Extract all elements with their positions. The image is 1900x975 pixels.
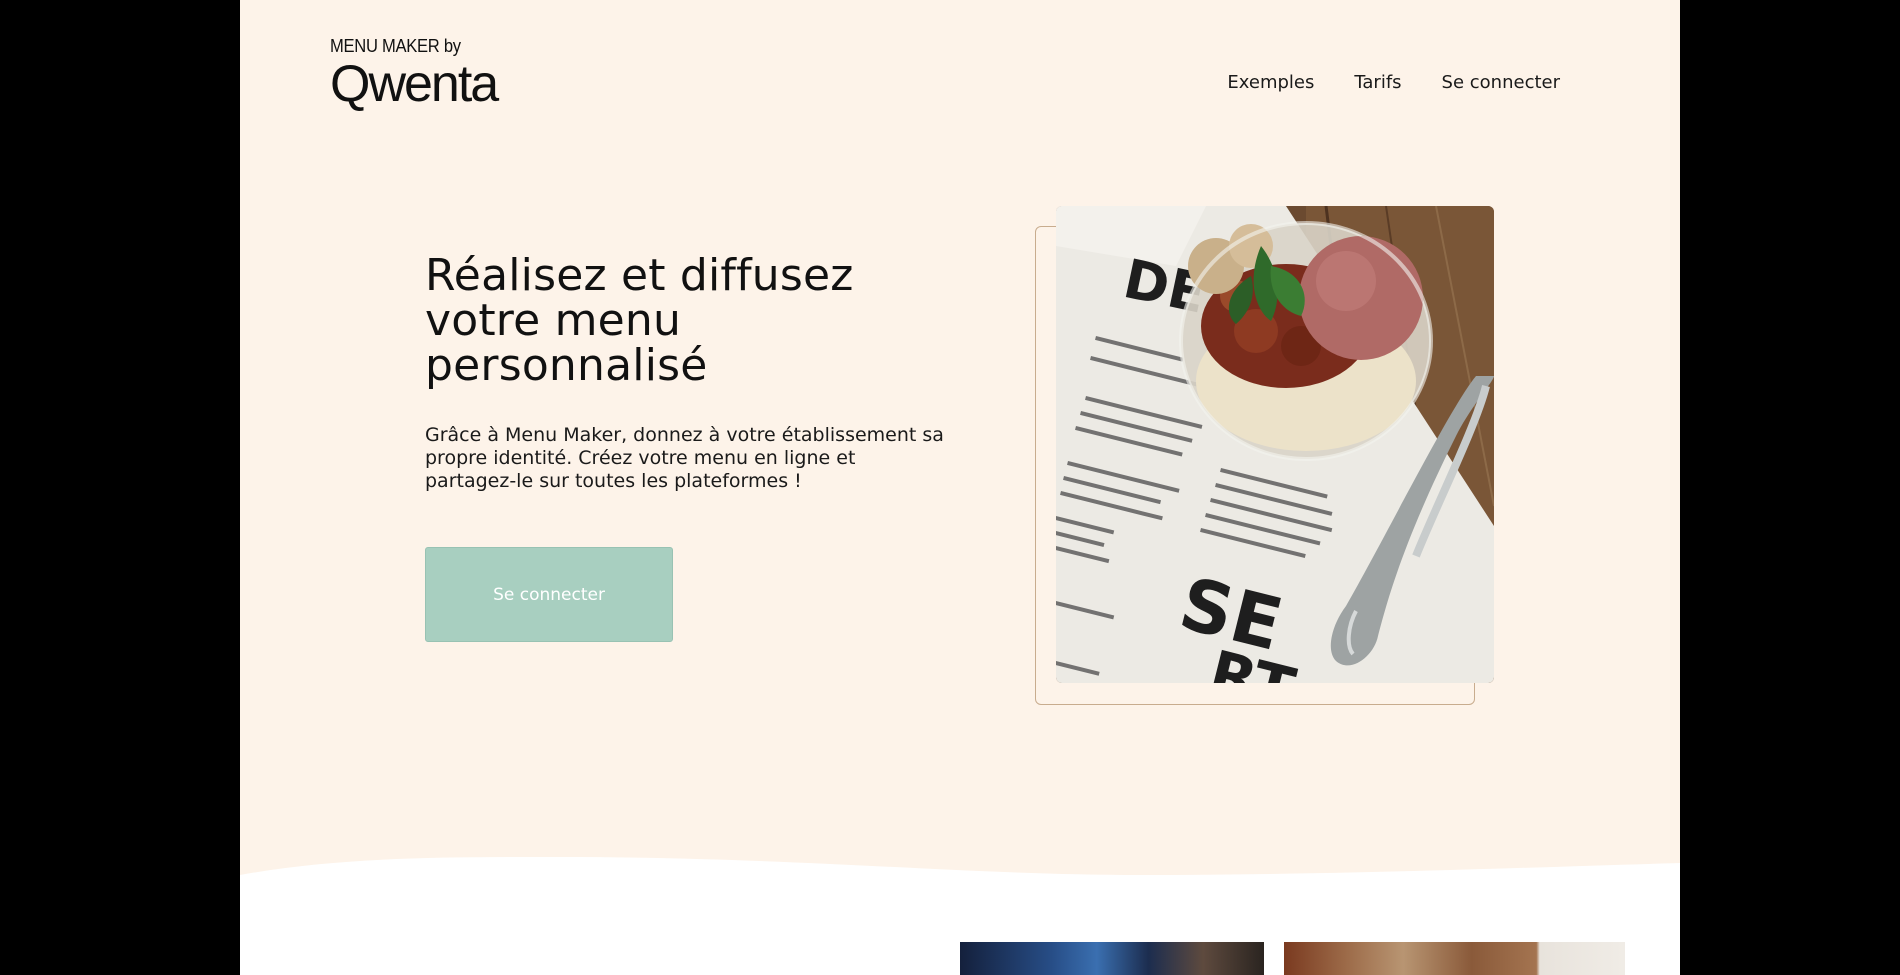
- hero-title: Réalisez et diffusez votre menu personna…: [425, 250, 854, 391]
- nav-item-exemples[interactable]: Exemples: [1227, 72, 1314, 93]
- brand-tagline: MENU MAKER by: [330, 36, 461, 56]
- example-thumbnail-1[interactable]: [960, 942, 1264, 975]
- brand-name: Qwenta: [330, 55, 499, 113]
- dessert-menu-photo: DE SE RT: [1056, 206, 1494, 683]
- example-thumbnail-2[interactable]: [1284, 942, 1625, 975]
- nav-item-tarifs[interactable]: Tarifs: [1354, 72, 1401, 93]
- main-nav: Exemples Tarifs Se connecter: [1227, 72, 1560, 93]
- dessert-photo-illustration: DE SE RT: [1056, 206, 1494, 683]
- page: MENU MAKER by Qwenta Exemples Tarifs Se …: [240, 0, 1680, 975]
- brand-logo[interactable]: MENU MAKER by Qwenta: [330, 36, 499, 113]
- nav-item-se-connecter[interactable]: Se connecter: [1442, 72, 1560, 93]
- login-button[interactable]: Se connecter: [425, 547, 673, 642]
- hero-description: Grâce à Menu Maker, donnez à votre établ…: [425, 424, 944, 492]
